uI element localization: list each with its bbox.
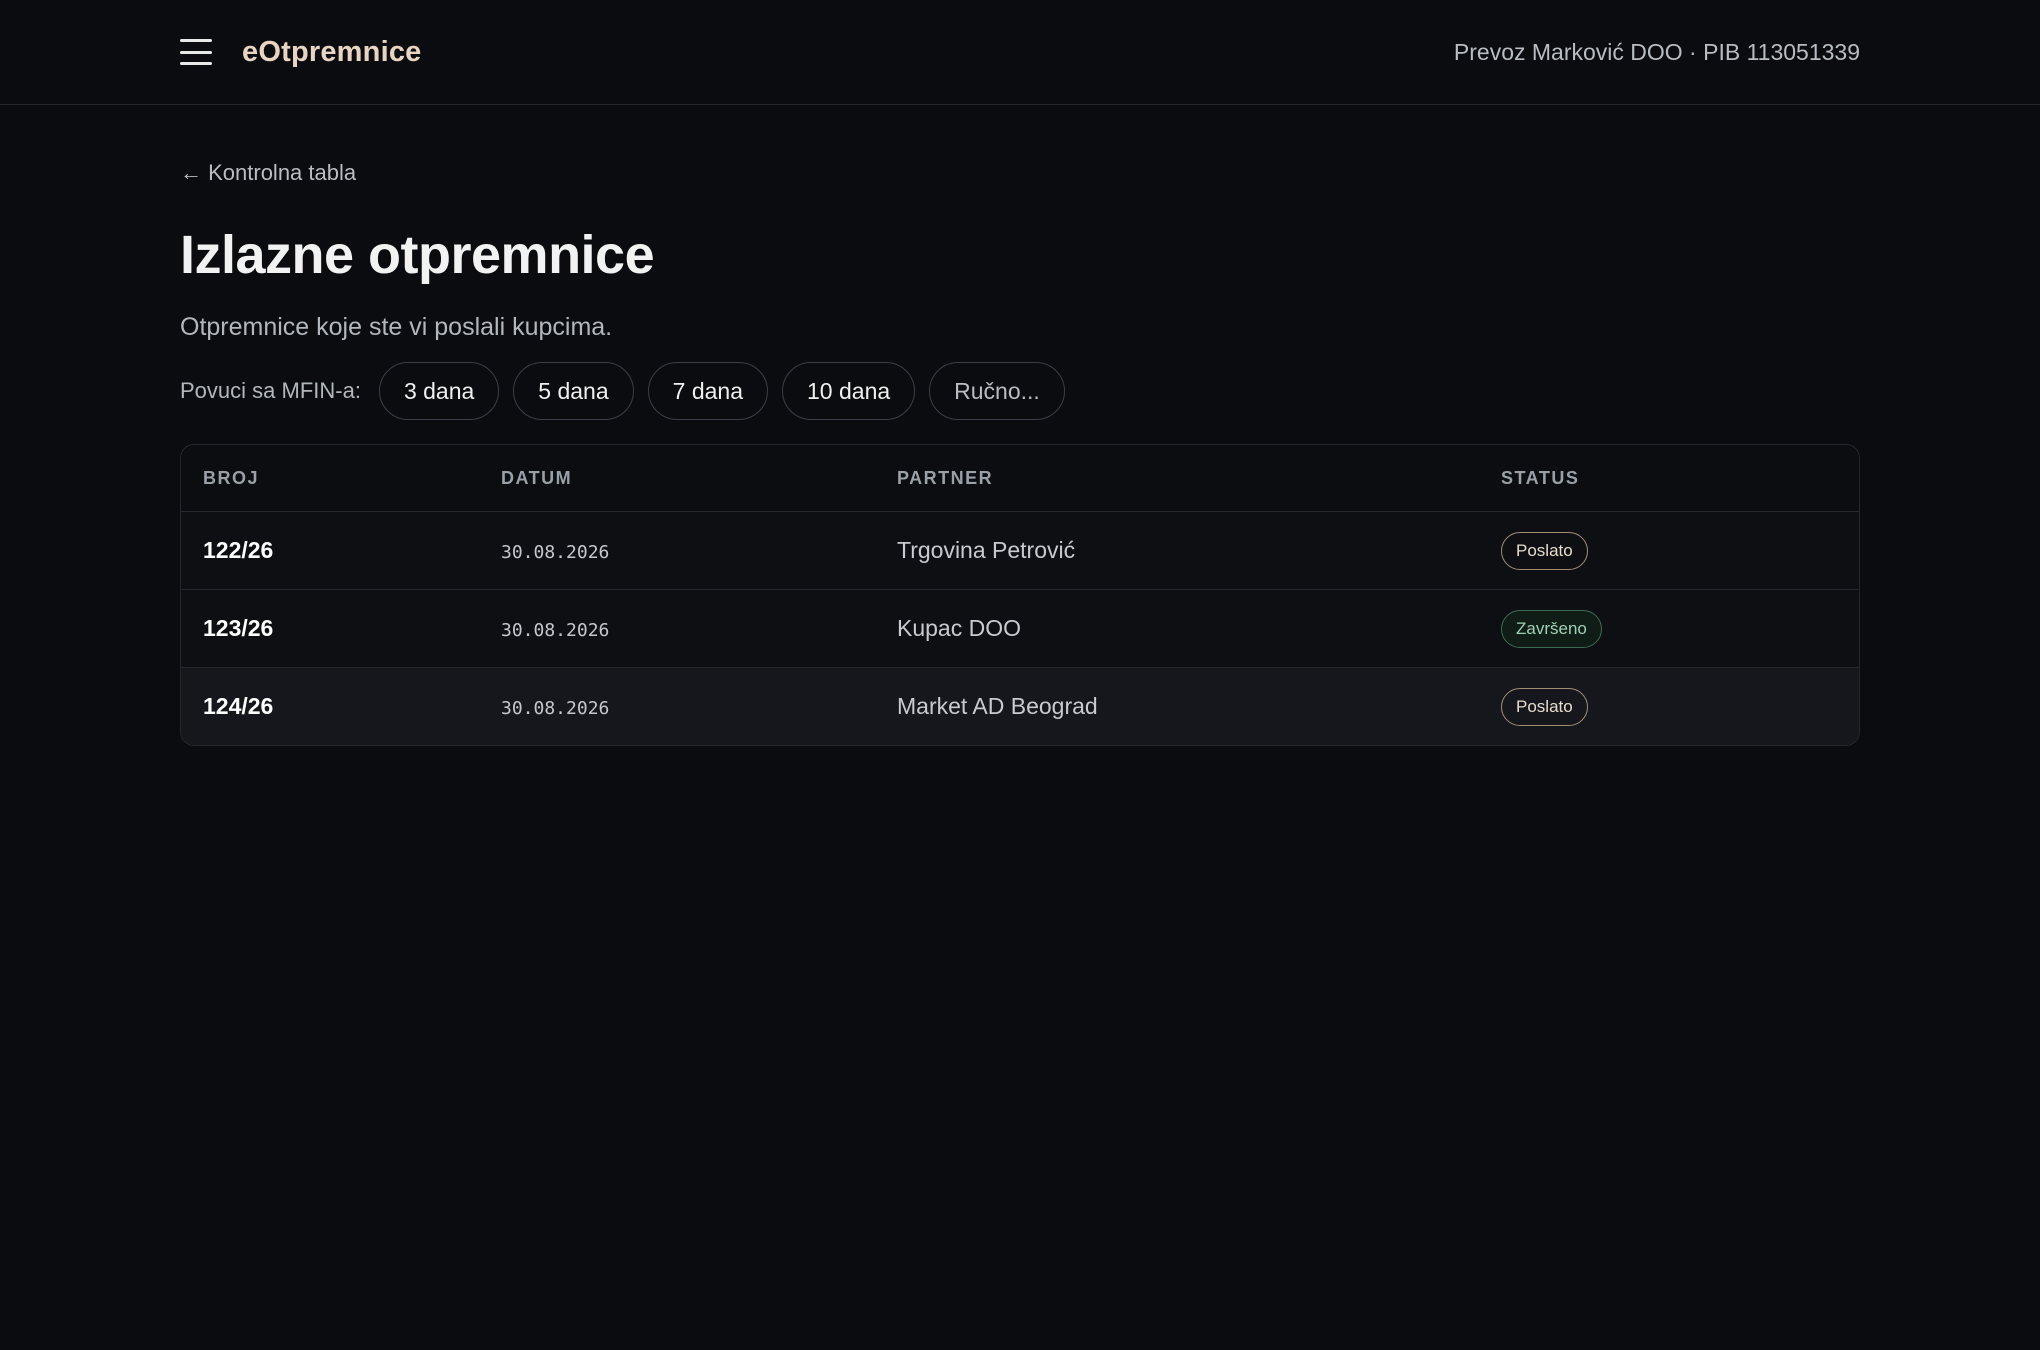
back-to-dashboard-link[interactable]: ← Kontrolna tabla [180, 160, 356, 186]
top-bar: eOtpremnice Prevoz Marković DOO · PIB 11… [0, 0, 2040, 105]
table-row[interactable]: 124/26 30.08.2026 Market AD Beograd Posl… [181, 667, 1859, 746]
status-badge: Završeno [1501, 609, 1602, 648]
table-row[interactable]: 122/26 30.08.2026 Trgovina Petrović Posl… [181, 511, 1859, 591]
table-header-row: BROJ DATUM PARTNER STATUS [181, 445, 1859, 513]
page-title: Izlazne otpremnice [180, 225, 655, 285]
pull-manual-button[interactable]: Ručno... [929, 362, 1065, 421]
status-badge: Poslato [1501, 531, 1588, 570]
pull-5-days-button[interactable]: 5 dana [513, 362, 634, 421]
brand: eOtpremnice [180, 36, 422, 69]
row-number[interactable]: 122/26 [203, 537, 273, 563]
pull-7-days-button[interactable]: 7 dana [647, 362, 769, 421]
row-partner: Trgovina Petrović [897, 537, 1076, 564]
row-date: 30.08.2026 [501, 698, 610, 720]
row-date: 30.08.2026 [501, 542, 610, 564]
delivery-notes-table: BROJ DATUM PARTNER STATUS 122/26 30.08.2… [180, 444, 1860, 747]
mfin-pull-filter: Povuci sa MFIN-a: 3 dana 5 dana 7 dana 1… [180, 362, 1860, 421]
column-header-broj[interactable]: BROJ [181, 445, 479, 513]
column-header-status[interactable]: STATUS [1479, 445, 1859, 513]
row-partner: Kupac DOO [897, 615, 1021, 642]
column-header-partner[interactable]: PARTNER [875, 445, 1479, 513]
organization-info: Prevoz Marković DOO · PIB 113051339 [1453, 38, 1860, 65]
row-partner: Market AD Beograd [897, 693, 1098, 720]
table-row[interactable]: 123/26 30.08.2026 Kupac DOO Završeno [181, 589, 1859, 669]
status-badge: Poslato [1501, 687, 1588, 726]
column-header-datum[interactable]: DATUM [479, 445, 875, 513]
main-content: ← Kontrolna tabla Izlazne otpremnice Otp… [0, 105, 2040, 747]
row-number[interactable]: 124/26 [203, 693, 273, 719]
row-number[interactable]: 123/26 [203, 615, 273, 641]
pull-3-days-button[interactable]: 3 dana [378, 362, 500, 421]
pull-10-days-button[interactable]: 10 dana [782, 362, 916, 421]
app-title[interactable]: eOtpremnice [242, 36, 422, 69]
filter-label: Povuci sa MFIN-a: [180, 378, 361, 404]
page-subtitle: Otpremnice koje ste vi poslali kupcima. [180, 313, 613, 342]
hamburger-menu-icon[interactable] [180, 39, 212, 65]
row-date: 30.08.2026 [501, 620, 610, 642]
